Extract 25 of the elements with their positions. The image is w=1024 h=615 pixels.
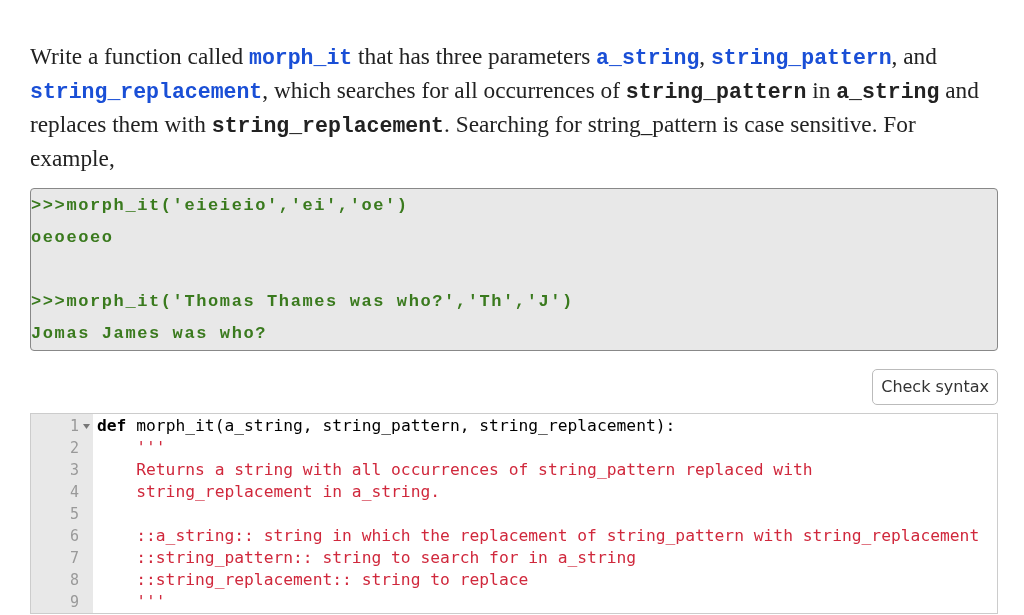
code-line: ''' <box>135 438 166 457</box>
example-line: Jomas James was who? <box>31 324 268 343</box>
check-syntax-button[interactable]: Check syntax <box>872 369 998 405</box>
example-line: >>>morph_it('Thomas Thames was who?','Th','J') <box>31 292 574 311</box>
line-number: 3 <box>69 460 79 481</box>
code-line: string_replacement in a_string. <box>135 482 441 501</box>
code-line: def morph_it(a_string, string_pattern, string_replacement): <box>97 416 676 435</box>
code-editor[interactable] <box>30 413 998 614</box>
example-line: oeoeoeo <box>31 228 114 247</box>
code-line: ::string_replacement:: string to replace <box>135 570 529 589</box>
task-description: Write a function called morph_it that has three parameters a_string, string_pattern, and string_replacement, which searches for all occurrences of string_pattern in a_string and replaces them with string_replacement. Searching for string_pattern is case sensitive. For example, <box>30 42 980 173</box>
line-number: 9 <box>69 592 79 613</box>
line-number: 7 <box>69 548 79 569</box>
line-number: 5 <box>69 504 79 525</box>
code-line: ::string_pattern:: string to search for in a_string <box>135 548 637 567</box>
line-number: 8 <box>69 570 79 591</box>
code-line: Returns a string with all occurrences of string_pattern replaced with <box>135 460 813 479</box>
code-line: ''' <box>135 592 166 611</box>
code-line: ::a_string:: string in which the replacement of string_pattern with string_replacement <box>135 526 980 545</box>
line-number: 6 <box>69 526 79 547</box>
line-number: 1 <box>69 416 79 437</box>
line-number: 2 <box>69 438 79 459</box>
fold-arrow-icon[interactable] <box>83 423 90 429</box>
example-line: >>>morph_it('eieieio','ei','oe') <box>31 196 409 215</box>
line-number: 4 <box>69 482 79 503</box>
